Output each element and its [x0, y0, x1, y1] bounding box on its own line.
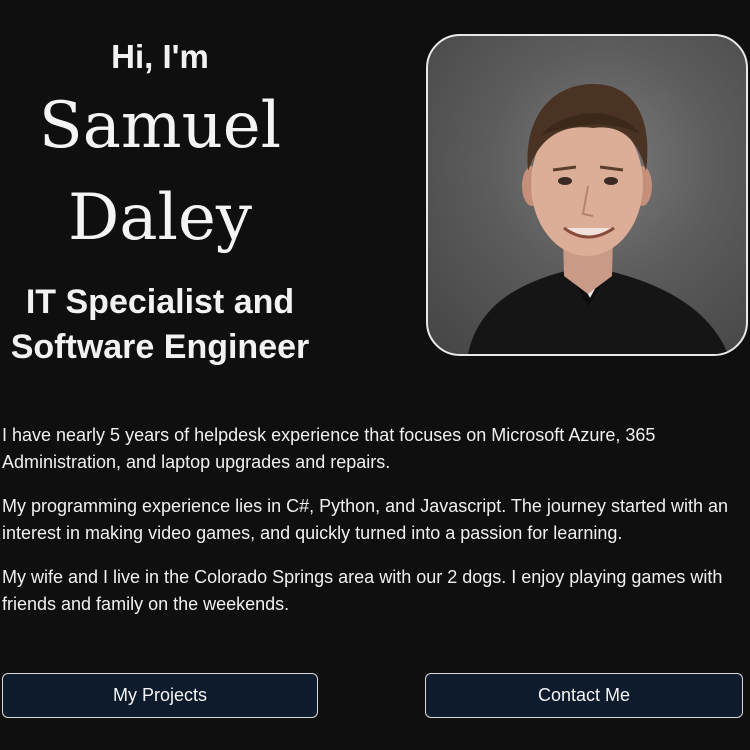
about-paragraph-2: My programming experience lies in C#, Py…: [2, 496, 729, 543]
about-paragraph-3: My wife and I live in the Colorado Sprin…: [2, 567, 723, 614]
greeting-text: Hi, I'm: [111, 38, 209, 75]
job-title-line-1: IT Specialist and: [25, 283, 295, 321]
name-first: Samuel: [38, 89, 282, 163]
job-title-line-2: Software Engineer: [10, 328, 310, 366]
person-portrait-icon: [468, 84, 728, 354]
person-name: Samuel Daley: [0, 80, 320, 264]
contact-me-button[interactable]: Contact Me: [425, 673, 743, 718]
about-section: I have nearly 5 years of helpdesk experi…: [2, 422, 742, 635]
job-title: IT Specialist and Software Engineer: [0, 280, 320, 370]
about-paragraph-1: I have nearly 5 years of helpdesk experi…: [2, 425, 656, 472]
profile-photo: [426, 34, 748, 356]
portfolio-page: Hi, I'm Samuel Daley IT Specialist and S…: [0, 0, 750, 750]
name-last: Daley: [68, 181, 252, 255]
my-projects-button[interactable]: My Projects: [2, 673, 318, 718]
